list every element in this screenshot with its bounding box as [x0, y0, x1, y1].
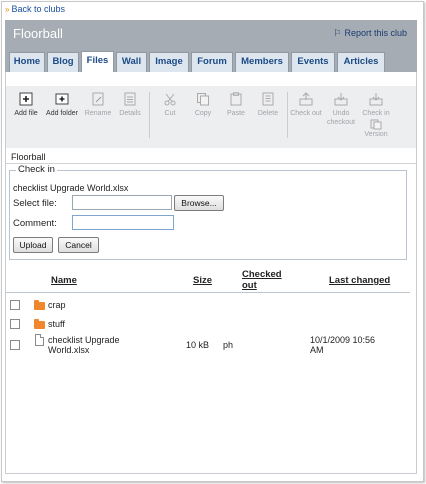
- add-folder-icon: [55, 93, 69, 105]
- file-name-line-2: World.xlsx: [48, 345, 90, 355]
- column-header-size[interactable]: Size: [193, 275, 212, 286]
- comment-input[interactable]: [72, 215, 174, 230]
- check-out-icon: [299, 92, 313, 106]
- report-label: Report this club: [344, 28, 407, 38]
- breadcrumb: Floorball: [6, 150, 416, 164]
- add-file-button[interactable]: Add file: [8, 92, 44, 118]
- copy-button[interactable]: Copy: [185, 92, 221, 118]
- undo-checkout-button[interactable]: Undo checkout: [323, 92, 359, 127]
- check-in-legend: Check in: [16, 164, 57, 175]
- header-divider: [6, 292, 410, 293]
- checked-out-by: ph: [223, 340, 234, 350]
- details-label: Details: [119, 110, 141, 117]
- folder-name-link[interactable]: stuff: [48, 319, 65, 329]
- tab-articles[interactable]: Articles: [337, 52, 385, 72]
- tab-forum[interactable]: Forum: [191, 52, 233, 72]
- tab-members[interactable]: Members: [235, 52, 289, 72]
- tab-events[interactable]: Events: [291, 52, 335, 72]
- club-header: Floorball ⚐ Report this club: [5, 20, 417, 47]
- version-icon: [370, 119, 382, 130]
- club-title: Floorball: [13, 26, 63, 41]
- upload-button[interactable]: Upload: [13, 237, 53, 253]
- browse-button[interactable]: Browse...: [174, 195, 224, 211]
- select-file-input[interactable]: [72, 195, 172, 210]
- file-name-line-1: checklist Upgrade: [48, 335, 120, 345]
- cut-label: Cut: [164, 110, 176, 117]
- rename-label: Rename: [84, 110, 112, 117]
- rename-icon: [92, 92, 104, 106]
- file-toolbar: Add file Add folder Rename Details Cut C…: [6, 86, 416, 148]
- add-folder-label: Add folder: [46, 110, 78, 117]
- cut-button[interactable]: Cut: [152, 92, 188, 118]
- checkout-label: checkout: [326, 119, 356, 126]
- out-label: out: [242, 280, 257, 291]
- paste-label: Paste: [227, 110, 245, 117]
- folder-icon: [34, 300, 45, 310]
- details-button[interactable]: Details: [112, 92, 148, 118]
- report-club-link[interactable]: ⚐ Report this club: [333, 28, 407, 39]
- tab-home[interactable]: Home: [9, 52, 45, 72]
- check-out-label: Check out: [290, 110, 322, 117]
- add-file-icon: [19, 92, 33, 106]
- delete-button[interactable]: Delete: [250, 92, 286, 118]
- check-in-fieldset: Check in checklist Upgrade World.xlsx Se…: [9, 164, 407, 260]
- chevron-right-icon: »: [5, 5, 10, 14]
- flag-icon: ⚐: [333, 28, 342, 38]
- copy-icon: [197, 93, 209, 106]
- check-out-button[interactable]: Check out: [287, 92, 325, 118]
- check-in-label: Check in: [362, 110, 390, 117]
- tab-files[interactable]: Files: [81, 51, 114, 72]
- cancel-button[interactable]: Cancel: [58, 237, 99, 253]
- copy-label: Copy: [194, 110, 212, 117]
- file-name-link[interactable]: checklist Upgrade World.xlsx: [48, 335, 120, 355]
- column-header-checked-out[interactable]: Checked out: [242, 269, 282, 291]
- undo-checkout-icon: [334, 93, 348, 106]
- last-changed: 10/1/2009 10:56 AM: [310, 335, 375, 355]
- files-panel: Add file Add folder Rename Details Cut C…: [5, 72, 417, 474]
- file-size: 10 kB: [186, 340, 210, 350]
- comment-label: Comment:: [13, 218, 57, 229]
- scissors-icon: [164, 93, 176, 106]
- toolbar-separator: [149, 92, 150, 138]
- tab-bar: Home Blog Files Wall Image Forum Members…: [5, 47, 417, 72]
- column-header-name[interactable]: Name: [51, 275, 77, 286]
- delete-icon: [262, 92, 274, 106]
- row-checkbox[interactable]: [10, 319, 20, 329]
- tab-blog[interactable]: Blog: [47, 52, 79, 72]
- rename-button[interactable]: Rename: [80, 92, 116, 118]
- last-changed-line-2: AM: [310, 345, 324, 355]
- back-label: Back to clubs: [11, 4, 65, 14]
- last-changed-line-1: 10/1/2009 10:56: [310, 335, 376, 345]
- paste-button[interactable]: Paste: [218, 92, 254, 118]
- add-file-label: Add file: [14, 110, 38, 117]
- check-in-file-name: checklist Upgrade World.xlsx: [13, 183, 129, 193]
- folder-name-link[interactable]: crap: [48, 300, 66, 310]
- breadcrumb-current[interactable]: Floorball: [11, 152, 46, 162]
- row-checkbox[interactable]: [10, 300, 20, 310]
- delete-label: Delete: [257, 110, 279, 117]
- details-icon: [124, 92, 136, 106]
- check-in-button[interactable]: Check in Version: [358, 92, 394, 139]
- column-header-last-changed[interactable]: Last changed: [329, 275, 390, 286]
- tab-wall[interactable]: Wall: [116, 52, 147, 72]
- folder-icon: [34, 319, 45, 329]
- paste-icon: [230, 92, 242, 106]
- row-checkbox[interactable]: [10, 340, 20, 350]
- add-folder-button[interactable]: Add folder: [42, 92, 82, 118]
- select-file-label: Select file:: [13, 198, 57, 209]
- check-in-icon: [369, 93, 383, 106]
- tab-image[interactable]: Image: [149, 52, 189, 72]
- undo-label: Undo: [332, 110, 350, 117]
- checked-label: Checked: [242, 269, 282, 280]
- document-icon: [35, 334, 44, 346]
- version-label: Version: [364, 131, 388, 138]
- back-to-clubs-link[interactable]: » Back to clubs: [5, 4, 65, 14]
